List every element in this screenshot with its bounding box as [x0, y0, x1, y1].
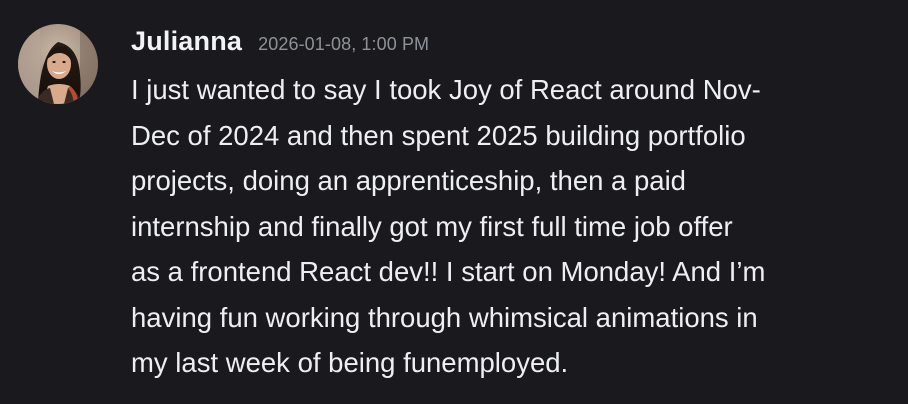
message-line: I just wanted to say I took Joy of React…: [131, 74, 761, 105]
message-header: Julianna 2026-01-08, 1:00 PM: [131, 26, 429, 66]
message-content: I just wanted to say I took Joy of React…: [131, 67, 891, 386]
author-name[interactable]: Julianna: [131, 26, 242, 57]
user-avatar-icon: [18, 24, 98, 104]
message-line: internship and finally got my first full…: [131, 210, 733, 242]
message-line: my last week of being funemployed.: [131, 347, 569, 378]
message-timestamp: 2026-01-08, 1:00 PM: [258, 34, 430, 54]
message-line: projects, doing an apprenticeship, then …: [131, 165, 686, 196]
message-line: Dec of 2024 and then spent 2025 building…: [131, 119, 746, 151]
chat-message: Julianna 2026-01-08, 1:00 PM I just want…: [0, 0, 908, 404]
message-line: having fun working through whimsical ani…: [131, 301, 758, 333]
message-line: as a frontend React dev!! I start on Mon…: [131, 256, 766, 287]
avatar[interactable]: [18, 24, 98, 104]
